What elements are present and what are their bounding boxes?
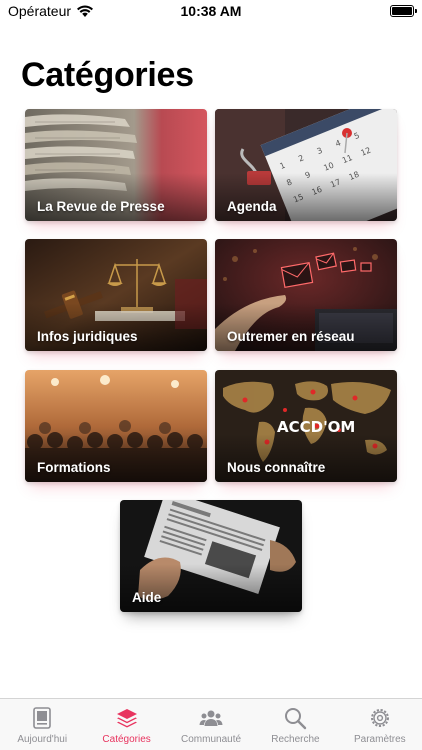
- category-card-agenda[interactable]: 12345 89101112 15161718 Agenda: [215, 109, 397, 221]
- category-card-infos-juridiques[interactable]: Infos juridiques: [25, 239, 207, 351]
- tab-label: Recherche: [271, 734, 320, 745]
- category-card-revue-de-presse[interactable]: La Revue de Presse: [25, 109, 207, 221]
- category-card-outremer-en-reseau[interactable]: Outremer en réseau: [215, 239, 397, 351]
- battery-icon: [390, 5, 417, 17]
- category-card-formations[interactable]: Formations: [25, 370, 207, 482]
- category-label: Agenda: [227, 199, 277, 214]
- category-label: La Revue de Presse: [37, 199, 165, 214]
- status-time: 10:38 AM: [180, 3, 242, 19]
- tab-aujourdhui[interactable]: Aujourd'hui: [0, 699, 84, 750]
- people-icon: [198, 705, 224, 731]
- tab-label: Catégories: [102, 734, 151, 745]
- category-label: Aide: [132, 590, 162, 605]
- newspaper-icon: [29, 705, 55, 731]
- category-label: Formations: [37, 460, 111, 475]
- tab-label: Aujourd'hui: [17, 734, 68, 745]
- category-label: Outremer en réseau: [227, 329, 355, 344]
- tab-communaute[interactable]: Communauté: [169, 699, 253, 750]
- category-label: Nous connaître: [227, 460, 326, 475]
- tab-bar: Aujourd'hui Catégories Communauté Recher…: [0, 698, 422, 750]
- status-bar: Opérateur 10:38 AM: [0, 0, 422, 24]
- category-card-nous-connaitre[interactable]: ACCD'OM Nous connaître: [215, 370, 397, 482]
- tab-recherche[interactable]: Recherche: [253, 699, 337, 750]
- category-card-aide[interactable]: Aide: [120, 500, 302, 612]
- tab-categories[interactable]: Catégories: [84, 699, 168, 750]
- page-title: Catégories: [21, 56, 194, 94]
- layers-icon: [114, 705, 140, 731]
- gear-icon: [367, 705, 393, 731]
- tab-label: Paramètres: [353, 734, 406, 745]
- category-label: Infos juridiques: [37, 329, 138, 344]
- search-icon: [282, 705, 308, 731]
- tab-parametres[interactable]: Paramètres: [338, 699, 422, 750]
- tab-label: Communauté: [181, 734, 242, 745]
